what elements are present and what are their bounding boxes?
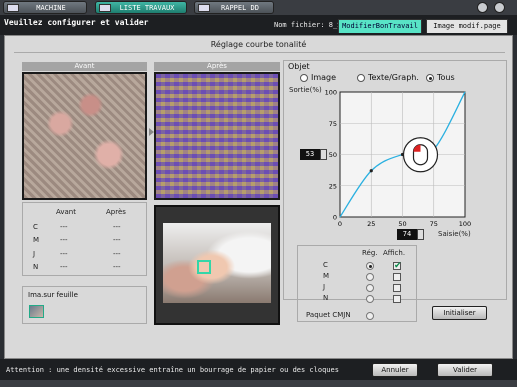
- preview-photo[interactable]: [163, 223, 271, 303]
- x-tick-label: 100: [459, 220, 471, 228]
- output-value[interactable]: 53: [300, 149, 320, 160]
- row-channel: N: [33, 263, 39, 271]
- x-ticks: 0 25 50 75 100: [338, 220, 471, 228]
- radio-image-label: Image: [311, 73, 337, 82]
- reg-radio-n[interactable]: [366, 295, 374, 303]
- cmj-values-table: [22, 202, 147, 276]
- objet-title: Objet: [288, 62, 310, 71]
- hdd-icon: [198, 4, 210, 12]
- row-before: ---: [60, 236, 68, 244]
- input-value[interactable]: 74: [397, 229, 417, 240]
- row-channel: J: [33, 250, 36, 258]
- initialiser-button[interactable]: Initialiser: [432, 306, 487, 320]
- warning-message: Attention : une densité excessive entraî…: [6, 366, 339, 374]
- x-tick-label: 0: [338, 220, 342, 228]
- x-tick-label: 25: [367, 220, 375, 228]
- row-after: ---: [113, 223, 121, 231]
- affich-check-j[interactable]: [393, 284, 401, 292]
- affich-check-m[interactable]: [393, 273, 401, 281]
- affich-check-c[interactable]: ✔: [393, 262, 402, 271]
- page-title: Veuillez configurer et valider: [4, 18, 149, 27]
- mouse-cursor-icon: [402, 137, 439, 173]
- y-tick-label: 75: [329, 120, 337, 128]
- col-reg: Rég.: [362, 249, 378, 257]
- x-axis-label: Saisie(%): [438, 230, 471, 238]
- radio-texte-graph[interactable]: [357, 74, 365, 82]
- row-before: ---: [60, 223, 68, 231]
- row-after: ---: [113, 263, 121, 271]
- y-tick-label: 100: [325, 89, 337, 97]
- sample-area-marker[interactable]: [197, 260, 211, 274]
- tab-modifier-bon-travail[interactable]: ModifierBonTravail: [338, 19, 422, 33]
- ok-button[interactable]: Valider: [437, 363, 493, 377]
- reg-radio-j[interactable]: [366, 284, 374, 292]
- arrow-right-icon: [149, 128, 154, 136]
- col-before: Avant: [56, 208, 76, 216]
- paquet-cmjn-radio[interactable]: [366, 312, 374, 320]
- info-icon[interactable]: [477, 2, 488, 13]
- reg-channel: N: [323, 294, 329, 302]
- row-after: ---: [113, 250, 121, 258]
- tab-image-modif-page[interactable]: Image modif.page: [426, 19, 508, 33]
- reg-channel: C: [323, 261, 328, 269]
- paquet-cmjn-label: Paquet CMJN: [306, 311, 351, 319]
- tone-curve-graph[interactable]: 100 75 50 25 0 0 25 50 75 100: [323, 88, 473, 229]
- tab-liste-travaux[interactable]: LISTE TRAVAUX: [95, 1, 187, 14]
- row-after: ---: [113, 236, 121, 244]
- list-icon: [99, 4, 111, 12]
- y-axis-label: Sortie(%): [289, 86, 322, 94]
- radio-texte-graph-label: Texte/Graph.: [368, 73, 419, 82]
- col-after: Après: [106, 208, 126, 216]
- bottom-strip: [0, 380, 517, 387]
- output-spinner[interactable]: [320, 149, 327, 160]
- row-before: ---: [60, 250, 68, 258]
- tab-machine[interactable]: MACHINE: [3, 1, 87, 14]
- input-spinner[interactable]: [417, 229, 424, 240]
- reg-radio-m[interactable]: [366, 273, 374, 281]
- after-image: [154, 72, 280, 200]
- x-tick-label: 50: [398, 220, 406, 228]
- reg-radio-c[interactable]: [366, 262, 374, 270]
- page-thumbnail-icon[interactable]: [29, 305, 44, 318]
- reg-channel: J: [323, 283, 326, 291]
- row-channel: C: [33, 223, 38, 231]
- radio-image[interactable]: [300, 74, 308, 82]
- power-icon[interactable]: [494, 2, 505, 13]
- tab-rappel-dd[interactable]: RAPPEL DD: [194, 1, 274, 14]
- col-affich: Affich.: [383, 249, 406, 257]
- radio-tous[interactable]: [426, 74, 434, 82]
- y-tick-label: 25: [329, 182, 337, 190]
- machine-icon: [7, 4, 19, 12]
- row-before: ---: [60, 263, 68, 271]
- divider: [14, 52, 505, 53]
- panel-title: Réglage courbe tonalité: [210, 40, 307, 49]
- affich-check-n[interactable]: [393, 295, 401, 303]
- before-header: Avant: [22, 62, 147, 71]
- reg-channel: M: [323, 272, 330, 280]
- x-tick-label: 75: [430, 220, 438, 228]
- before-image: [22, 72, 147, 200]
- row-channel: M: [33, 236, 40, 244]
- ima-sur-feuille-label: Ima.sur feuille: [28, 291, 78, 299]
- curve-control-point[interactable]: [369, 169, 373, 173]
- cancel-button[interactable]: Annuler: [372, 363, 418, 377]
- y-tick-label: 50: [329, 151, 337, 159]
- after-header: Après: [154, 62, 280, 71]
- radio-tous-label: Tous: [437, 73, 455, 82]
- y-tick-label: 0: [333, 214, 337, 222]
